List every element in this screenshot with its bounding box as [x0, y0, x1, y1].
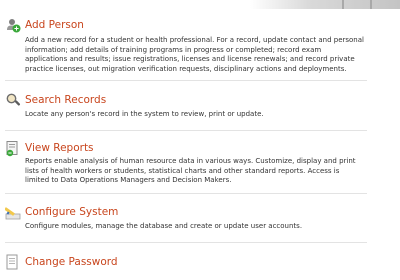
section-heading: Add Person: [5, 17, 367, 35]
header-image-stripe: [370, 0, 372, 9]
search-records-link[interactable]: Search Records: [25, 94, 106, 106]
section-view-reports: View Reports Reports enable analysis of …: [5, 140, 367, 184]
report-icon: [6, 141, 18, 157]
section-heading: View Reports: [5, 140, 367, 158]
search-records-description: Locate any person's record in the system…: [25, 110, 264, 118]
section-heading: Configure System: [5, 204, 367, 222]
document-icon: [6, 254, 18, 270]
view-reports-link[interactable]: View Reports: [25, 142, 94, 154]
header-image-stripe: [342, 0, 344, 9]
configure-system-description: Configure modules, manage the database a…: [25, 222, 303, 230]
configure-system-link[interactable]: Configure System: [25, 206, 118, 218]
add-person-link[interactable]: Add Person: [25, 19, 84, 31]
section-change-password: Change Password: [5, 254, 367, 272]
section-divider: [5, 80, 367, 81]
view-reports-description: Reports enable analysis of human resourc…: [25, 157, 356, 185]
section-divider: [5, 242, 367, 243]
add-person-description: Add a new record for a student or health…: [25, 36, 364, 73]
section-divider: [5, 130, 367, 131]
pencil-icon: [5, 207, 21, 220]
magnifier-icon: [6, 93, 21, 106]
change-password-link[interactable]: Change Password: [25, 256, 118, 268]
section-heading: Change Password: [5, 254, 367, 272]
section-add-person: Add Person Add a new record for a studen…: [5, 17, 367, 73]
header-image-edge: [250, 0, 400, 9]
section-configure-system: Configure System Configure modules, mana…: [5, 204, 367, 230]
section-divider: [5, 193, 367, 194]
add-person-icon: [7, 19, 21, 33]
section-search-records: Search Records Locate any person's recor…: [5, 92, 367, 118]
section-heading: Search Records: [5, 92, 367, 110]
